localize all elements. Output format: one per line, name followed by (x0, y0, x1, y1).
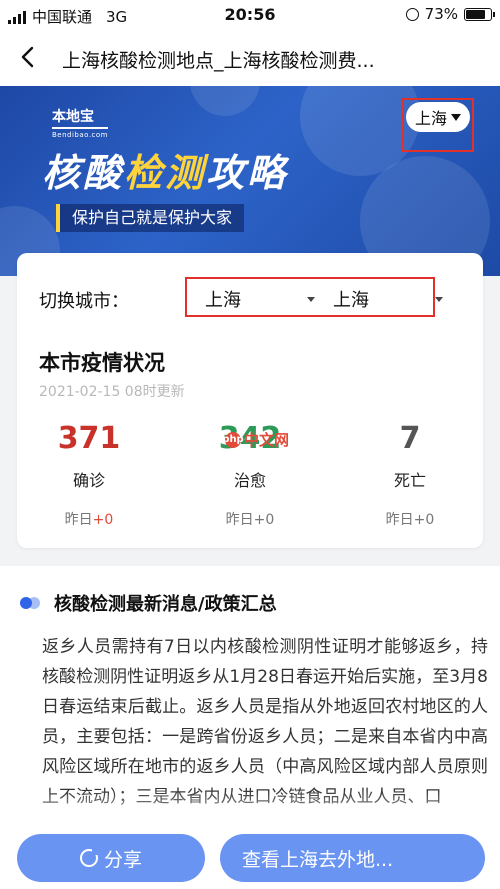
stat-value: 7 (399, 421, 421, 456)
status-bar: 中国联通 3G 20:56 73% (0, 0, 500, 30)
share-icon (79, 848, 99, 867)
news-title: 核酸检测最新消息/政策汇总 (54, 594, 277, 615)
rotation-lock-icon (405, 7, 419, 21)
stat-delta-value: +0 (413, 512, 435, 528)
stat-delta-prefix: 昨日 (225, 512, 254, 528)
stat-delta-value: +0 (92, 512, 114, 528)
stat-deaths: 7 死亡 昨日+0 (350, 421, 470, 529)
back-icon[interactable] (18, 46, 40, 68)
battery-icon (464, 7, 495, 21)
nav-bar: 上海核酸检测地点_上海核酸检测费... (0, 30, 500, 86)
stat-label: 死亡 (393, 471, 426, 490)
stat-label: 确诊 (72, 471, 105, 490)
section-heading: 本市疫情状况 (39, 351, 165, 375)
banner-title-highlight: 检测 (124, 151, 207, 195)
watermark-icon: php (222, 431, 244, 448)
virus-decoration (190, 86, 260, 116)
stat-delta: 昨日+0 (190, 509, 310, 529)
stat-delta: 昨日+0 (29, 509, 149, 529)
banner-title: 核酸检测攻略 (42, 142, 288, 197)
logo-text: 本地宝 (52, 106, 109, 129)
epidemic-card: 切换城市： 上海 上海 本市疫情状况 2021-02-15 08时更新 371 … (17, 253, 483, 548)
news-body: 返乡人员需持有7日以内核酸检测阴性证明才能够返乡，持核酸检测阴性证明返乡从1月2… (42, 637, 488, 807)
stat-delta-prefix: 昨日 (385, 512, 414, 528)
banner-title-part2: 攻略 (206, 151, 289, 195)
share-button-label: 分享 (103, 848, 142, 871)
page-title: 上海核酸检测地点_上海核酸检测费... (62, 50, 375, 72)
stat-delta-value: +0 (253, 512, 275, 528)
status-right: 73% (405, 5, 495, 23)
dropdown-icon (435, 296, 443, 302)
stat-delta-prefix: 昨日 (64, 512, 93, 528)
highlight-box (402, 98, 474, 152)
highlight-box (185, 277, 435, 317)
watermark: php 中文网 (222, 429, 290, 450)
view-travel-policy-button[interactable]: 查看上海去外地... (220, 834, 485, 882)
battery-percent: 73% (424, 5, 458, 23)
stat-label: 治愈 (233, 471, 266, 490)
news-header: 核酸检测最新消息/政策汇总 (20, 590, 277, 616)
watermark-text: 中文网 (244, 431, 290, 449)
brand-logo: 本地宝 Bendibao.com (52, 106, 109, 139)
stat-delta: 昨日+0 (350, 509, 470, 529)
bullet-icon (20, 597, 42, 609)
banner-title-part1: 核酸 (42, 151, 125, 195)
view-button-label: 查看上海去外地... (242, 848, 394, 871)
banner-slogan: 保护自己就是保护大家 (56, 204, 245, 232)
share-button[interactable]: 分享 (17, 834, 205, 882)
logo-subtext: Bendibao.com (52, 131, 109, 139)
stat-confirmed: 371 确诊 昨日+0 (29, 421, 149, 529)
stat-value: 371 (57, 421, 121, 456)
switch-city-label: 切换城市： (39, 291, 129, 312)
update-time: 2021-02-15 08时更新 (39, 384, 185, 400)
